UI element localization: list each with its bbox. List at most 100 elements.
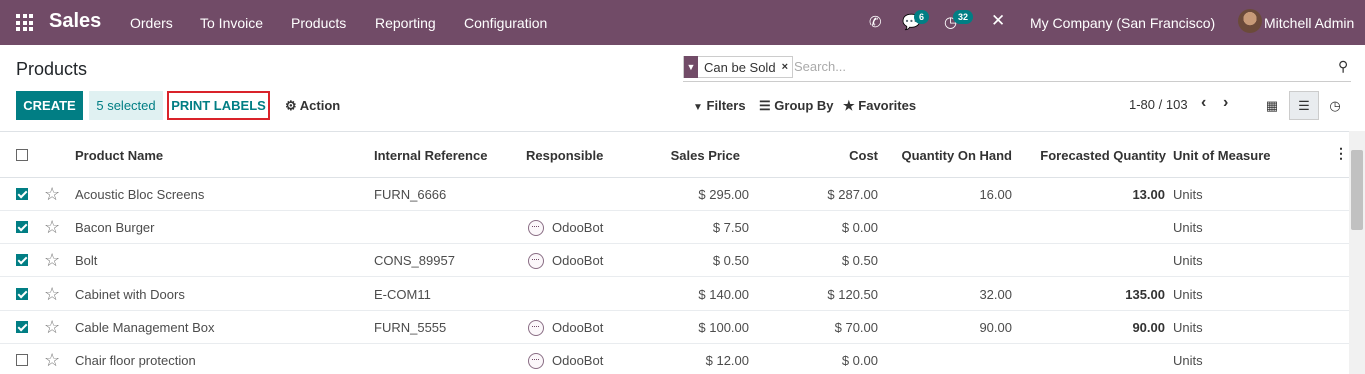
cell-unit-of-measure: Units [1173, 320, 1203, 335]
favorite-star-icon[interactable]: ☆ [44, 184, 60, 205]
favorite-star-icon[interactable]: ☆ [44, 284, 60, 305]
cell-internal-reference: FURN_6666 [374, 187, 447, 202]
user-menu[interactable]: Mitchell Admin [1264, 15, 1354, 31]
cell-sales-price: $ 12.00 [705, 353, 749, 368]
odoobot-avatar-icon [528, 320, 544, 336]
cell-product-name: Cabinet with Doors [75, 287, 185, 302]
table-row[interactable]: ☆ Cable Management Box FURN_5555 OdooBot $ 1… [0, 311, 1349, 344]
header-cost[interactable]: Cost [778, 148, 878, 163]
cell-quantity-on-hand: 90.00 [979, 320, 1012, 335]
print-labels-button[interactable]: PRINT LABELS [167, 91, 270, 120]
filters-button[interactable]: ▼ Filters [693, 98, 746, 113]
odoobot-avatar-icon [528, 253, 544, 269]
header-quantity-on-hand[interactable]: Quantity On Hand [880, 148, 1013, 163]
cell-cost: $ 70.00 [834, 320, 878, 335]
scrollbar-thumb[interactable] [1351, 150, 1363, 230]
menu-orders[interactable]: Orders [130, 15, 173, 31]
table-row[interactable]: ☆ Bacon Burger OdooBot $ 7.50 $ 0.00 Units [0, 211, 1349, 244]
cell-product-name: Cable Management Box [75, 320, 215, 335]
cell-cost: $ 0.00 [841, 353, 878, 368]
menu-to-invoice[interactable]: To Invoice [200, 15, 263, 31]
column-options-icon[interactable]: ⋮ [1334, 145, 1348, 162]
menu-configuration[interactable]: Configuration [464, 15, 547, 31]
app-name[interactable]: Sales [49, 10, 101, 33]
odoobot-avatar-icon [528, 353, 544, 369]
facet-close-icon[interactable]: × [782, 61, 792, 73]
activities-badge: 32 [953, 10, 974, 24]
row-checkbox[interactable] [16, 354, 28, 366]
cell-responsible: OdooBot [552, 253, 604, 268]
menu-products[interactable]: Products [291, 15, 346, 31]
table-row[interactable]: ☆ Chair floor protection OdooBot $ 12.00 $ 0… [0, 344, 1349, 374]
filter-icon: ▼ [693, 102, 703, 113]
favorite-star-icon[interactable]: ☆ [44, 317, 60, 338]
phone-icon[interactable]: ✆ [869, 13, 882, 31]
pager-next-icon[interactable]: › [1223, 94, 1228, 112]
user-avatar[interactable] [1238, 9, 1262, 33]
search-icon[interactable]: ⚲ [1338, 58, 1348, 75]
group-by-button[interactable]: ☰ Group By [759, 98, 834, 114]
cell-unit-of-measure: Units [1173, 187, 1203, 202]
pager-value[interactable]: 1-80 / 103 [1129, 97, 1188, 112]
row-checkbox[interactable] [16, 221, 28, 233]
header-unit-of-measure[interactable]: Unit of Measure [1173, 148, 1271, 163]
cell-product-name: Bacon Burger [75, 220, 155, 235]
search-bar[interactable]: ▼ Can be Sold × Search... ⚲ [683, 55, 1351, 82]
select-all-checkbox[interactable] [16, 149, 28, 161]
header-internal-reference[interactable]: Internal Reference [374, 148, 487, 163]
menu-reporting[interactable]: Reporting [375, 15, 436, 31]
favorite-star-icon[interactable]: ☆ [44, 250, 60, 271]
favorite-star-icon[interactable]: ☆ [44, 350, 60, 371]
filters-label: Filters [706, 98, 746, 113]
page-title: Products [16, 59, 88, 79]
cell-sales-price: $ 0.50 [712, 253, 749, 268]
cell-responsible: OdooBot [552, 320, 604, 335]
cell-cost: $ 120.50 [827, 287, 878, 302]
header-forecasted-quantity[interactable]: Forecasted Quantity [1020, 148, 1166, 163]
cell-internal-reference: CONS_89957 [374, 253, 455, 268]
apps-menu-icon[interactable] [16, 14, 33, 31]
search-input[interactable]: Search... [794, 59, 846, 74]
header-responsible[interactable]: Responsible [526, 148, 603, 163]
favorite-star-icon[interactable]: ☆ [44, 217, 60, 238]
cell-product-name: Chair floor protection [75, 353, 196, 368]
selection-count: 5 selected [89, 91, 163, 120]
action-dropdown[interactable]: ⚙ Action [285, 98, 340, 114]
cell-responsible: OdooBot [552, 220, 604, 235]
group-by-label: Group By [774, 98, 834, 113]
activity-view-icon[interactable]: ◷ [1320, 91, 1350, 120]
filter-icon: ▼ [684, 56, 698, 78]
cell-cost: $ 0.50 [841, 253, 878, 268]
cell-internal-reference: E-COM11 [374, 287, 431, 302]
cell-sales-price: $ 100.00 [698, 320, 749, 335]
facet-label: Can be Sold [704, 59, 776, 75]
row-checkbox[interactable] [16, 321, 28, 333]
row-checkbox[interactable] [16, 188, 28, 200]
favorites-button[interactable]: ★ Favorites [843, 98, 916, 114]
header-sales-price[interactable]: Sales Price [640, 148, 740, 163]
star-icon: ★ [843, 98, 855, 113]
header-product-name[interactable]: Product Name [75, 148, 163, 163]
favorites-label: Favorites [858, 98, 917, 113]
table-row[interactable]: ☆ Bolt CONS_89957 OdooBot $ 0.50 $ 0.50 Units [0, 244, 1349, 277]
top-navbar: Sales Orders To Invoice Products Reporti… [0, 0, 1365, 45]
products-table: Product Name Internal Reference Responsi… [0, 131, 1349, 374]
row-checkbox[interactable] [16, 288, 28, 300]
search-facet: ▼ Can be Sold × [683, 56, 793, 78]
table-row[interactable]: ☆ Acoustic Bloc Screens FURN_6666 $ 295.00 $… [0, 178, 1349, 211]
cell-product-name: Bolt [75, 253, 98, 268]
pager-previous-icon[interactable]: ‹ [1201, 94, 1206, 112]
odoobot-avatar-icon [528, 220, 544, 236]
cell-unit-of-measure: Units [1173, 287, 1203, 302]
cell-cost: $ 0.00 [841, 220, 878, 235]
create-button[interactable]: CREATE [16, 91, 83, 120]
list-icon: ☰ [759, 98, 771, 113]
kanban-view-icon[interactable]: ▦ [1257, 91, 1287, 120]
company-switcher[interactable]: My Company (San Francisco) [1030, 15, 1215, 31]
row-checkbox[interactable] [16, 254, 28, 266]
list-view-icon[interactable]: ☰ [1289, 91, 1319, 120]
table-row[interactable]: ☆ Cabinet with Doors E-COM11 $ 140.00 $ 120.… [0, 278, 1349, 311]
cell-forecasted-quantity: 135.00 [1125, 287, 1165, 302]
cell-quantity-on-hand: 32.00 [979, 287, 1012, 302]
tools-icon[interactable]: ✕ [991, 11, 1005, 31]
